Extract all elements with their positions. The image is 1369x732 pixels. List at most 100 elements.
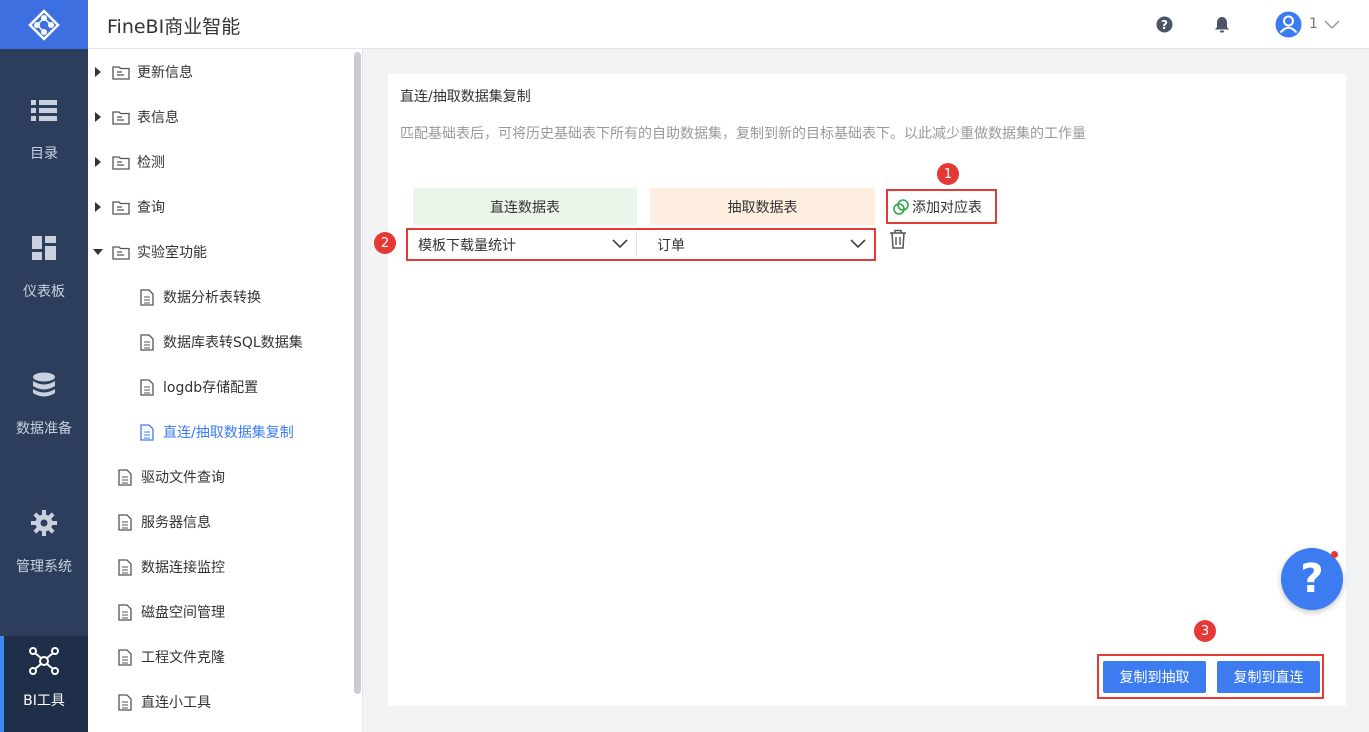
mapping-row: 模板下载量统计 订单	[406, 228, 876, 261]
copy-to-direct-button[interactable]: 复制到直连	[1217, 661, 1320, 693]
page-title: 直连/抽取数据集复制	[400, 89, 531, 105]
nav-dashboard[interactable]: 仪表板	[0, 233, 88, 343]
tree-item-label: logdb存储配置	[163, 380, 259, 396]
file-icon	[116, 603, 134, 621]
file-icon	[116, 648, 134, 666]
nav-bi-tools[interactable]: BI工具	[0, 636, 88, 732]
caret-right-icon	[92, 157, 104, 167]
tree-item-update-info[interactable]: 更新信息	[92, 57, 193, 87]
tree-item-driver-query[interactable]: 驱动文件查询	[116, 462, 225, 492]
file-icon	[138, 288, 156, 306]
help-icon[interactable]: ?	[1155, 15, 1173, 33]
tree-item-query[interactable]: 查询	[92, 192, 165, 222]
gear-icon	[31, 508, 57, 538]
tree-item-label: 数据库表转SQL数据集	[163, 335, 303, 351]
bell-icon[interactable]	[1213, 15, 1231, 33]
svg-text:?: ?	[1161, 18, 1168, 32]
chevron-down-icon	[850, 237, 866, 253]
extract-table-select[interactable]: 订单	[649, 232, 874, 257]
dataset-copy-panel: 直连/抽取数据集复制 匹配基础表后，可将历史基础表下所有的自助数据集，复制到新的…	[374, 74, 1346, 706]
tree-item-label: 数据连接监控	[141, 560, 225, 576]
tree-item-label: 表信息	[137, 110, 179, 126]
tools-tree-panel: 更新信息 表信息 检测 查询 实验室功能 数据分析表转换 数据库表转SQL数据集…	[88, 49, 363, 732]
tree-item-label: 工程文件克隆	[141, 650, 225, 666]
file-icon	[116, 693, 134, 711]
tree-item-label: 检测	[137, 155, 165, 171]
finebi-logo[interactable]	[0, 0, 88, 49]
caret-right-icon	[92, 67, 104, 77]
chevron-down-icon[interactable]	[1323, 16, 1341, 34]
tree-scrollbar[interactable]	[354, 52, 361, 694]
tree-item-disk-management[interactable]: 磁盘空间管理	[116, 597, 225, 627]
user-name[interactable]: 1	[1309, 16, 1318, 32]
tree-item-label: 服务器信息	[141, 515, 211, 531]
nav-admin[interactable]: 管理系统	[0, 508, 88, 618]
folder-icon	[112, 64, 130, 80]
folder-icon	[112, 199, 130, 215]
folder-icon	[112, 244, 130, 260]
file-icon	[138, 333, 156, 351]
tree-item-direct-tools[interactable]: 直连小工具	[116, 687, 211, 717]
tree-item-label: 更新信息	[137, 65, 193, 81]
direct-table-header-label: 直连数据表	[490, 199, 560, 216]
tree-item-server-info[interactable]: 服务器信息	[116, 507, 211, 537]
file-icon	[138, 378, 156, 396]
file-icon	[116, 468, 134, 486]
notification-dot	[1331, 551, 1338, 558]
tree-item-dataset-copy[interactable]: 直连/抽取数据集复制	[138, 417, 294, 447]
copy-actions: 复制到抽取 复制到直连	[1097, 654, 1324, 699]
tree-item-label: 直连小工具	[141, 695, 211, 711]
user-avatar-icon[interactable]	[1275, 11, 1302, 38]
nav-dashboard-label: 仪表板	[23, 284, 65, 300]
step-badge-2: 2	[374, 232, 396, 254]
link-icon	[892, 198, 910, 216]
extract-table-header-label: 抽取数据表	[727, 199, 798, 216]
list-icon	[31, 95, 57, 125]
database-icon	[32, 370, 56, 400]
nav-catalog[interactable]: 目录	[0, 95, 88, 205]
caret-right-icon	[92, 202, 104, 212]
file-icon	[116, 558, 134, 576]
page-description: 匹配基础表后，可将历史基础表下所有的自助数据集，复制到新的目标基础表下。以此减少…	[400, 126, 1086, 142]
top-header: FineBI商业智能 ? 1	[88, 0, 1369, 49]
folder-icon	[112, 154, 130, 170]
nav-bi-tools-label: BI工具	[23, 693, 65, 709]
tree-item-connection-monitor[interactable]: 数据连接监控	[116, 552, 225, 582]
tree-item-check[interactable]: 检测	[92, 147, 165, 177]
chevron-down-icon	[612, 237, 628, 253]
tree-item-project-clone[interactable]: 工程文件克隆	[116, 642, 225, 672]
tree-item-label: 磁盘空间管理	[141, 605, 225, 621]
nav-data-prep-label: 数据准备	[16, 421, 72, 437]
caret-down-icon	[92, 248, 104, 256]
tree-item-analysis-convert[interactable]: 数据分析表转换	[138, 282, 261, 312]
direct-table-value: 模板下载量统计	[418, 237, 516, 254]
trash-icon[interactable]	[889, 229, 907, 249]
tree-item-logdb-config[interactable]: logdb存储配置	[138, 372, 258, 402]
folder-icon	[112, 109, 130, 125]
question-mark-icon: ?	[1300, 556, 1324, 602]
tree-item-table-info[interactable]: 表信息	[92, 102, 179, 132]
nav-catalog-label: 目录	[30, 146, 58, 162]
tree-item-lab-features[interactable]: 实验室功能	[92, 237, 207, 267]
copy-to-extract-button[interactable]: 复制到抽取	[1103, 661, 1206, 693]
file-icon	[116, 513, 134, 531]
add-mapping-label: 添加对应表	[912, 199, 982, 216]
add-mapping-button[interactable]: 添加对应表	[886, 189, 997, 224]
direct-table-select[interactable]: 模板下载量统计	[410, 232, 637, 257]
left-nav-bar: 目录 仪表板 数据准备 管理系统 BI工具	[0, 0, 88, 732]
logo-icon	[28, 8, 60, 41]
app-title: FineBI商业智能	[107, 16, 241, 38]
tree-item-label: 直连/抽取数据集复制	[163, 425, 294, 441]
tree-item-label: 查询	[137, 200, 165, 216]
step-badge-3: 3	[1194, 620, 1216, 642]
file-icon	[138, 423, 156, 441]
network-icon	[29, 646, 59, 676]
tree-item-label: 实验室功能	[137, 245, 207, 261]
extract-table-value: 订单	[657, 237, 685, 254]
tree-item-db-to-sql[interactable]: 数据库表转SQL数据集	[138, 327, 303, 357]
caret-right-icon	[92, 112, 104, 122]
nav-data-prep[interactable]: 数据准备	[0, 370, 88, 480]
tree-item-label: 驱动文件查询	[141, 470, 225, 486]
extract-table-header: 抽取数据表	[650, 188, 875, 225]
step-badge-1: 1	[937, 163, 959, 185]
